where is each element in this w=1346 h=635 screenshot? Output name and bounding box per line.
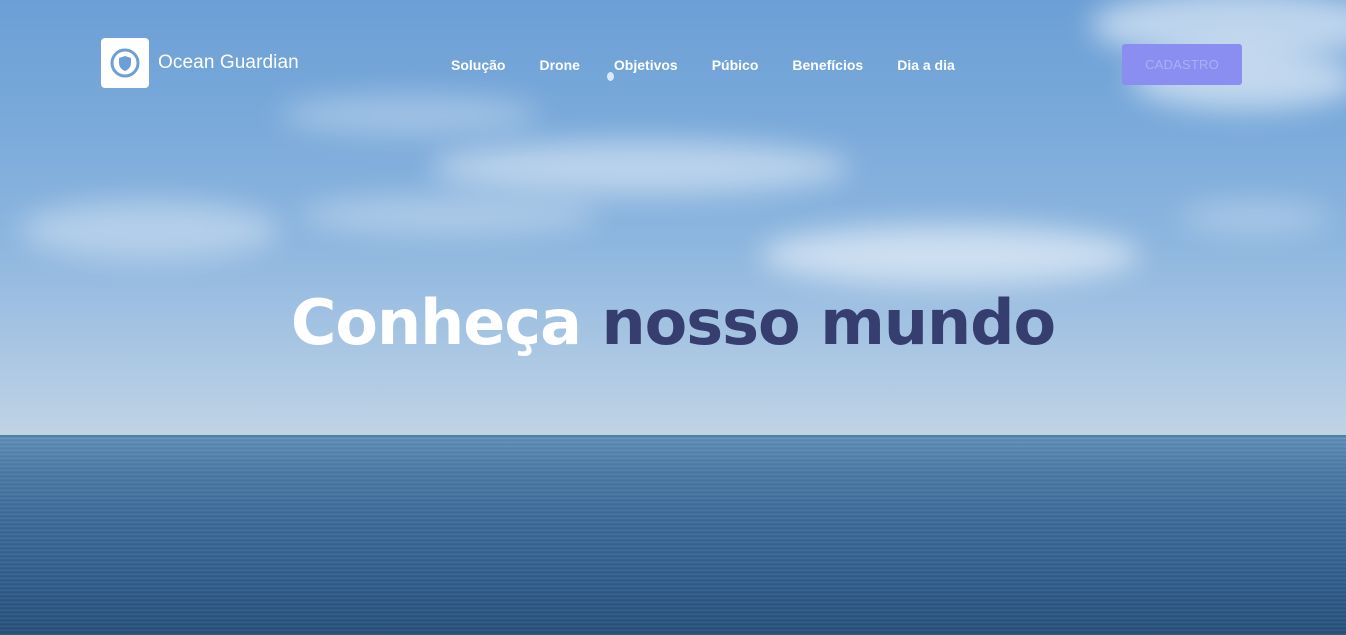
moon-icon	[607, 72, 614, 81]
cloud	[430, 140, 850, 195]
sea-background	[0, 436, 1346, 635]
signup-button[interactable]: CADASTRO	[1122, 44, 1242, 85]
nav-item-solucao[interactable]: Solução	[451, 57, 505, 73]
cloud	[280, 95, 540, 135]
cloud	[300, 195, 600, 235]
hero-headline: Conheça nosso mundo	[0, 286, 1346, 359]
nav-item-dia-a-dia[interactable]: Dia a dia	[897, 57, 955, 73]
cloud	[20, 200, 280, 260]
nav-item-drone[interactable]: Drone	[539, 57, 579, 73]
logo-badge	[101, 38, 149, 88]
hero-section: Ocean Guardian Solução Drone Objetivos P…	[0, 0, 1346, 635]
headline-part-2: nosso mundo	[601, 286, 1057, 359]
headline-part-1: Conheça	[290, 286, 582, 359]
brand-name: Ocean Guardian	[158, 52, 299, 73]
cloud	[760, 225, 1140, 285]
main-nav: Solução Drone Objetivos Púbico Benefício…	[451, 57, 989, 73]
nav-item-beneficios[interactable]: Benefícios	[792, 57, 863, 73]
horizon-line	[0, 435, 1346, 437]
nav-item-publico[interactable]: Púbico	[712, 57, 759, 73]
nav-item-objetivos[interactable]: Objetivos	[614, 57, 678, 73]
shield-icon	[110, 48, 140, 78]
brand-logo[interactable]: Ocean Guardian	[101, 38, 299, 88]
cloud	[1180, 200, 1330, 235]
